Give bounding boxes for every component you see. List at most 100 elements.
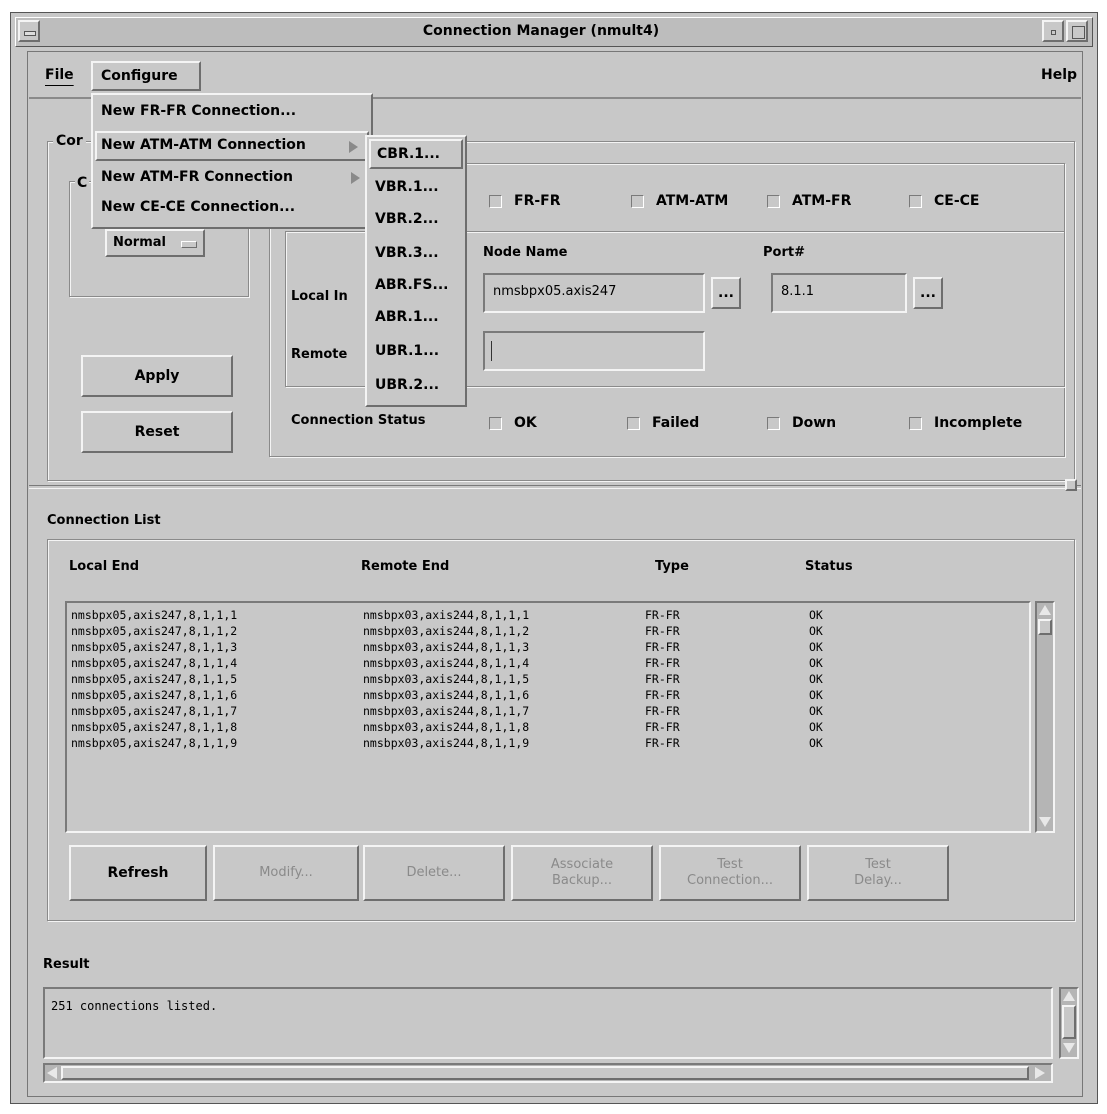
submenu-item-ubr1[interactable]: UBR.1... — [375, 343, 439, 359]
checkbox-box — [909, 416, 922, 430]
menu-help[interactable]: Help — [1041, 67, 1077, 83]
associate-backup-label-line2: Backup... — [551, 873, 613, 888]
test-connection-label-line2: Connection... — [687, 873, 773, 888]
pane-sash-handle[interactable] — [1065, 479, 1077, 491]
local-end-cell: nmsbpx05,axis247,8,1,1,1 — [71, 608, 238, 622]
scroll-up-arrow-icon[interactable] — [1063, 991, 1075, 1001]
menu-item-new-fr-fr[interactable]: New FR-FR Connection... — [101, 103, 296, 119]
table-row[interactable]: nmsbpx05,axis247,8,1,1,3 nmsbpx03,axis24… — [67, 639, 1027, 655]
table-row[interactable]: nmsbpx05,axis247,8,1,1,4 nmsbpx03,axis24… — [67, 655, 1027, 671]
type-cell: FR-FR — [645, 608, 680, 622]
submenu-item-abr1[interactable]: ABR.1... — [375, 309, 439, 325]
delete-button[interactable]: Delete... — [363, 845, 505, 901]
type-cell: FR-FR — [645, 672, 680, 686]
menu-item-new-atm-fr[interactable]: New ATM-FR Connection — [101, 169, 367, 191]
table-row[interactable]: nmsbpx05,axis247,8,1,1,8 nmsbpx03,axis24… — [67, 719, 1027, 735]
status-cell: OK — [809, 704, 823, 718]
checkbox-box — [767, 416, 780, 430]
type-checkbox-atm-atm[interactable]: ATM-ATM — [631, 193, 728, 209]
table-row[interactable]: nmsbpx05,axis247,8,1,1,7 nmsbpx03,axis24… — [67, 703, 1027, 719]
scroll-right-arrow-icon[interactable] — [1035, 1067, 1045, 1079]
result-text-area[interactable]: 251 connections listed. — [43, 987, 1053, 1059]
minimize-button[interactable] — [1042, 20, 1064, 42]
connection-list[interactable]: nmsbpx05,axis247,8,1,1,1 nmsbpx03,axis24… — [65, 601, 1031, 833]
checkbox-box — [627, 416, 640, 430]
local-end-cell: nmsbpx05,axis247,8,1,1,2 — [71, 624, 238, 638]
submenu-item-vbr1[interactable]: VBR.1... — [375, 179, 439, 195]
local-port-value: 8.1.1 — [781, 284, 815, 299]
scrollbar-thumb[interactable] — [1062, 1005, 1076, 1039]
maximize-button[interactable] — [1066, 20, 1088, 42]
type-checkbox-atm-fr[interactable]: ATM-FR — [767, 193, 851, 209]
menu-item-label: New ATM-ATM Connection — [101, 137, 306, 153]
menu-configure[interactable]: Configure — [91, 61, 201, 91]
local-port-input[interactable]: 8.1.1 — [771, 273, 907, 313]
apply-button[interactable]: Apply — [81, 355, 233, 397]
scrollbar-thumb[interactable] — [61, 1066, 1029, 1080]
table-row[interactable]: nmsbpx05,axis247,8,1,1,2 nmsbpx03,axis24… — [67, 623, 1027, 639]
submenu-item-label: CBR.1... — [377, 146, 440, 162]
connection-list-scrollbar[interactable] — [1035, 601, 1055, 833]
scroll-down-arrow-icon[interactable] — [1039, 817, 1051, 827]
status-checkbox-ok[interactable]: OK — [489, 415, 537, 431]
type-checkbox-ce-ce[interactable]: CE-CE — [909, 193, 980, 209]
scroll-down-arrow-icon[interactable] — [1063, 1043, 1075, 1053]
column-header-type: Type — [655, 559, 689, 574]
column-header-status: Status — [805, 559, 853, 574]
result-vertical-scrollbar[interactable] — [1059, 987, 1079, 1059]
table-row[interactable]: nmsbpx05,axis247,8,1,1,5 nmsbpx03,axis24… — [67, 671, 1027, 687]
local-port-browse-button[interactable]: ... — [913, 277, 943, 309]
table-row[interactable]: nmsbpx05,axis247,8,1,1,9 nmsbpx03,axis24… — [67, 735, 1027, 751]
refresh-button[interactable]: Refresh — [69, 845, 207, 901]
status-cell: OK — [809, 720, 823, 734]
configure-menu: New FR-FR Connection... New ATM-ATM Conn… — [91, 93, 373, 229]
checkbox-label: ATM-FR — [792, 193, 852, 209]
status-checkbox-down[interactable]: Down — [767, 415, 836, 431]
submenu-item-vbr2[interactable]: VBR.2... — [375, 211, 439, 227]
menu-item-new-ce-ce[interactable]: New CE-CE Connection... — [101, 199, 295, 215]
local-endpoint-label: Local In — [291, 289, 348, 304]
submenu-item-abrfs[interactable]: ABR.FS... — [375, 277, 448, 293]
title-bar[interactable]: Connection Manager (nmult4) — [15, 17, 1093, 47]
submenu-item-ubr2[interactable]: UBR.2... — [375, 377, 439, 393]
reset-button[interactable]: Reset — [81, 411, 233, 453]
menu-file[interactable]: File — [45, 67, 74, 83]
checkbox-label: Incomplete — [934, 415, 1023, 431]
type-checkbox-fr-fr[interactable]: FR-FR — [489, 193, 561, 209]
local-node-browse-button[interactable]: ... — [711, 277, 741, 309]
status-checkbox-incomplete[interactable]: Incomplete — [909, 415, 1022, 431]
remote-end-cell: nmsbpx03,axis244,8,1,1,8 — [363, 720, 530, 734]
modify-button[interactable]: Modify... — [213, 845, 359, 901]
test-delay-label-line2: Delay... — [854, 873, 902, 888]
table-row[interactable]: nmsbpx05,axis247,8,1,1,6 nmsbpx03,axis24… — [67, 687, 1027, 703]
scroll-up-arrow-icon[interactable] — [1039, 605, 1051, 615]
checkbox-label: Down — [792, 415, 837, 431]
mode-group-label: C — [75, 175, 90, 191]
menu-configure-label: Configure — [101, 68, 178, 84]
local-end-cell: nmsbpx05,axis247,8,1,1,4 — [71, 656, 238, 670]
type-cell: FR-FR — [645, 656, 680, 670]
port-label: Port# — [763, 245, 805, 260]
result-horizontal-scrollbar[interactable] — [43, 1063, 1053, 1083]
status-cell: OK — [809, 608, 823, 622]
local-end-cell: nmsbpx05,axis247,8,1,1,9 — [71, 736, 238, 750]
local-node-input[interactable]: nmsbpx05.axis247 — [483, 273, 705, 313]
submenu-item-cbr1[interactable]: CBR.1... — [369, 139, 463, 169]
test-delay-button[interactable]: Test Delay... — [807, 845, 949, 901]
status-checkbox-failed[interactable]: Failed — [627, 415, 699, 431]
scroll-left-arrow-icon[interactable] — [47, 1067, 57, 1079]
cascade-arrow-icon — [351, 172, 360, 184]
test-connection-button[interactable]: Test Connection... — [659, 845, 801, 901]
table-row[interactable]: nmsbpx05,axis247,8,1,1,1 nmsbpx03,axis24… — [67, 607, 1027, 623]
remote-node-input[interactable] — [483, 331, 705, 371]
minimize-icon — [1051, 30, 1056, 35]
remote-endpoint-label: Remote — [291, 347, 348, 362]
menu-item-new-atm-atm[interactable]: New ATM-ATM Connection — [95, 131, 369, 161]
window-menu-button[interactable] — [18, 20, 40, 42]
mode-option-menu[interactable]: Normal — [105, 229, 205, 257]
checkbox-label: ATM-ATM — [656, 193, 729, 209]
scrollbar-thumb[interactable] — [1038, 619, 1052, 635]
type-cell: FR-FR — [645, 704, 680, 718]
associate-backup-button[interactable]: Associate Backup... — [511, 845, 653, 901]
submenu-item-vbr3[interactable]: VBR.3... — [375, 245, 439, 261]
